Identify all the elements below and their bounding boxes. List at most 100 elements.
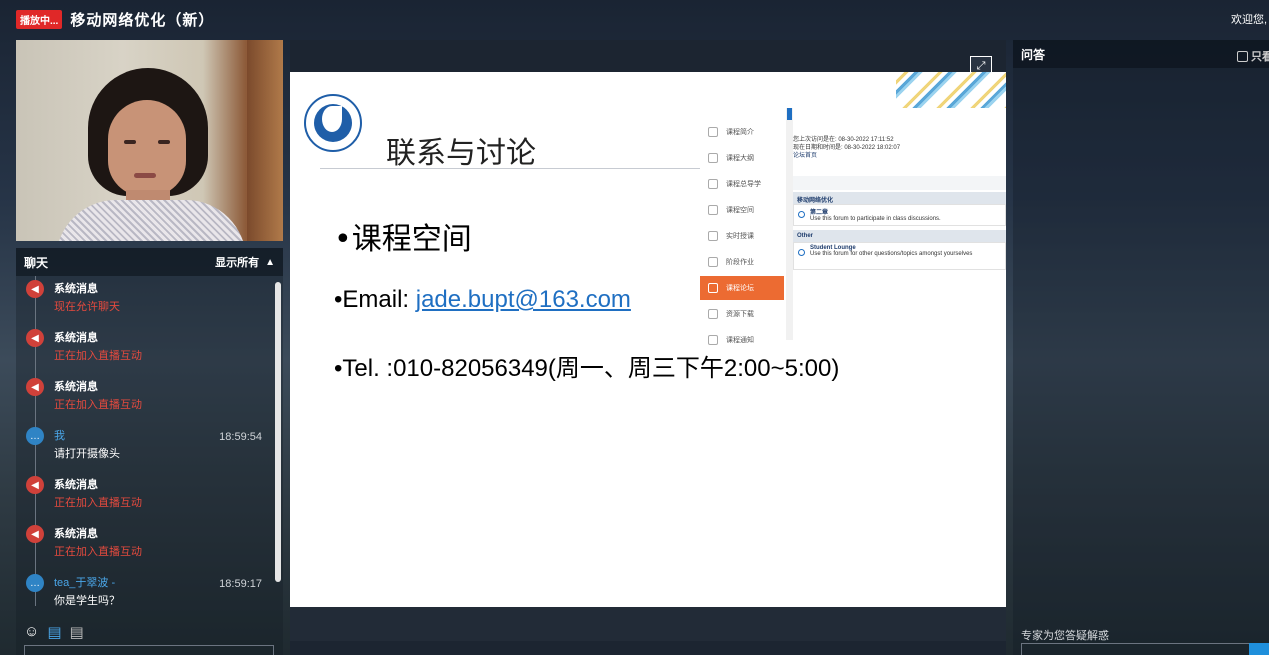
chat-text: 正在加入直播互动 [54, 546, 142, 558]
inset-nav-label: 课程总导学 [726, 181, 761, 188]
chat-sender: 系统消息 [54, 528, 98, 540]
forum-screenshot-inset: 课程简介 课程大纲 课程总导学 课程空间 实时授课 阶段作业 课程论坛 资源下载 课程通知 您上… [700, 108, 1006, 345]
inset-nav-label: 实时授课 [726, 233, 754, 240]
live-status-badge: 播放中... [16, 9, 63, 29]
person-mouth [134, 173, 156, 178]
chat-text: 你是学生吗？ [54, 595, 120, 607]
top-bar: 播放中... 移动网络优化（新） [0, 0, 1269, 38]
speaker-icon: ◀ [26, 378, 44, 396]
university-logo [304, 94, 362, 152]
chat-header: 聊天 显示所有 ▲ [16, 248, 283, 276]
qa-panel: 问答 只看 专家为您答疑解惑 [1013, 40, 1269, 655]
chat-text: 请打开摄像头 [54, 448, 120, 460]
collapse-up-icon[interactable]: ▲ [265, 257, 275, 268]
chat-time: 18:59:54 [219, 431, 262, 443]
chat-sender: 我 [54, 430, 65, 442]
bullet-phone: •Tel. :010-82056349(周一、周三下午2:00~5:00) [334, 355, 840, 382]
chat-text: 正在加入直播互动 [54, 399, 142, 411]
background-door [247, 40, 283, 241]
forum-blank-head [793, 176, 1006, 190]
qa-input[interactable] [1021, 643, 1253, 655]
chat-toolbar: ☺ ▤ ▤ [24, 623, 84, 641]
email-link[interactable]: jade.bupt@163.com [416, 286, 631, 313]
nav-item-icon [708, 205, 718, 215]
welcome-text: 欢迎您, [1231, 14, 1268, 26]
inset-scroll-thumb [787, 108, 792, 120]
forum-icon [798, 211, 805, 218]
forum-section-2: Other [793, 230, 1006, 242]
chat-title: 聊天 [24, 255, 49, 270]
nav-item-icon [708, 127, 718, 137]
forum-2-desc: Use this forum for other questions/topic… [810, 251, 973, 257]
logo-swan [322, 106, 342, 132]
forum-icon [798, 249, 805, 256]
chat-settings-icon[interactable]: ▤ [47, 623, 61, 641]
inset-nav-item: 课程简介 [700, 120, 784, 144]
speaker-icon: ◀ [26, 525, 44, 543]
chat-text: 正在加入直播互动 [54, 497, 142, 509]
inset-nav-label: 课程通知 [726, 337, 754, 344]
teacher-camera-video[interactable] [16, 40, 283, 241]
chat-sender: 系统消息 [54, 283, 98, 295]
speaker-icon: ◀ [26, 476, 44, 494]
person-eye-right [158, 140, 170, 144]
inset-nav-item: 课程论坛 [700, 276, 784, 300]
course-title: 移动网络优化（新） [70, 11, 215, 29]
chat-message-list[interactable]: ◀ 系统消息 现在允许聊天 ◀ 系统消息 正在加入直播互动 ◀ 系统消息 正在加入直播互动… 我 1… [16, 276, 274, 616]
chat-bubble-icon: … [26, 574, 44, 592]
forum-1-name: 第二章 [810, 210, 829, 216]
nav-item-icon [708, 179, 718, 189]
inset-nav-item: 课程通知 [700, 328, 784, 352]
chat-list-icon[interactable]: ▤ [70, 623, 84, 641]
inset-nav-label: 课程大纲 [726, 155, 754, 162]
nav-item-icon [708, 153, 718, 163]
nav-item-icon [708, 335, 718, 345]
person-face [108, 100, 186, 196]
decorative-stripes [896, 72, 1006, 110]
inset-scrollbar [786, 108, 793, 340]
chat-message: ◀ 系统消息 正在加入直播互动 [16, 474, 274, 522]
chat-bubble-icon: … [26, 427, 44, 445]
qa-header: 问答 只看 [1013, 40, 1269, 68]
inset-nav-label: 阶段作业 [726, 259, 754, 266]
person-eye-left [124, 140, 136, 144]
speaker-icon: ◀ [26, 280, 44, 298]
chat-message: … 我 18:59:54 请打开摄像头 [16, 425, 274, 473]
title-divider [320, 168, 700, 169]
inset-nav-item: 课程总导学 [700, 172, 784, 196]
stage-bottom-strip [290, 607, 1006, 641]
inset-nav-item: 实时授课 [700, 224, 784, 248]
slide-title: 联系与讨论 [386, 136, 536, 171]
chat-input[interactable] [24, 645, 274, 655]
smile-icon[interactable]: ☺ [24, 623, 39, 641]
bullet-course-space: •课程空间 [334, 222, 472, 257]
qa-footer-text: 专家为您答疑解惑 [1021, 630, 1109, 642]
nav-item-icon [708, 283, 718, 293]
inset-nav-item: 资源下载 [700, 302, 784, 326]
chat-message: ◀ 系统消息 现在允许聊天 [16, 278, 274, 326]
forum-row-1: 第二章 Use this forum to participate in cla… [793, 204, 1006, 226]
chat-text: 正在加入直播互动 [54, 350, 142, 362]
qa-send-button[interactable] [1249, 643, 1269, 655]
nav-item-icon [708, 309, 718, 319]
forum-row-2: Student Lounge Use this forum for other … [793, 242, 1006, 270]
qa-title: 问答 [1021, 47, 1046, 62]
chat-scrollbar[interactable] [275, 282, 281, 582]
nav-item-icon [708, 231, 718, 241]
bullet-email: •Email: jade.bupt@163.com [334, 286, 631, 314]
inset-nav-label: 课程论坛 [726, 285, 754, 292]
chat-sender: tea_于翠波 - [54, 577, 116, 589]
forum-home-text: 论坛首页 [793, 153, 818, 159]
chat-panel: 聊天 显示所有 ▲ ◀ 系统消息 现在允许聊天 ◀ 系统消息 正在加入直播互动 ◀ 系统消息正… [16, 248, 283, 655]
inset-nav-item: 课程大纲 [700, 146, 784, 170]
inset-nav: 课程简介 课程大纲 课程总导学 课程空间 实时授课 阶段作业 课程论坛 资源下载 课程通知 [700, 108, 784, 345]
qa-only-label: 只看 [1251, 51, 1269, 63]
presentation-slide: 联系与讨论 •课程空间 •Email: jade.bupt@163.com •T… [290, 72, 1006, 607]
forum-section-1: 移动网络优化 [793, 192, 1006, 204]
chat-message: ◀ 系统消息 正在加入直播互动 [16, 327, 274, 375]
qa-only-mine-checkbox[interactable]: 只看 [1237, 48, 1269, 64]
checkbox-icon[interactable] [1237, 50, 1248, 62]
show-all-toggle[interactable]: 显示所有 ▲ [215, 254, 275, 270]
inset-forum-content: 您上次访问是在: 08-30-2022 17:11:52 现在日期和时间是: 0… [793, 134, 1006, 334]
chat-time: 18:59:17 [219, 578, 262, 590]
